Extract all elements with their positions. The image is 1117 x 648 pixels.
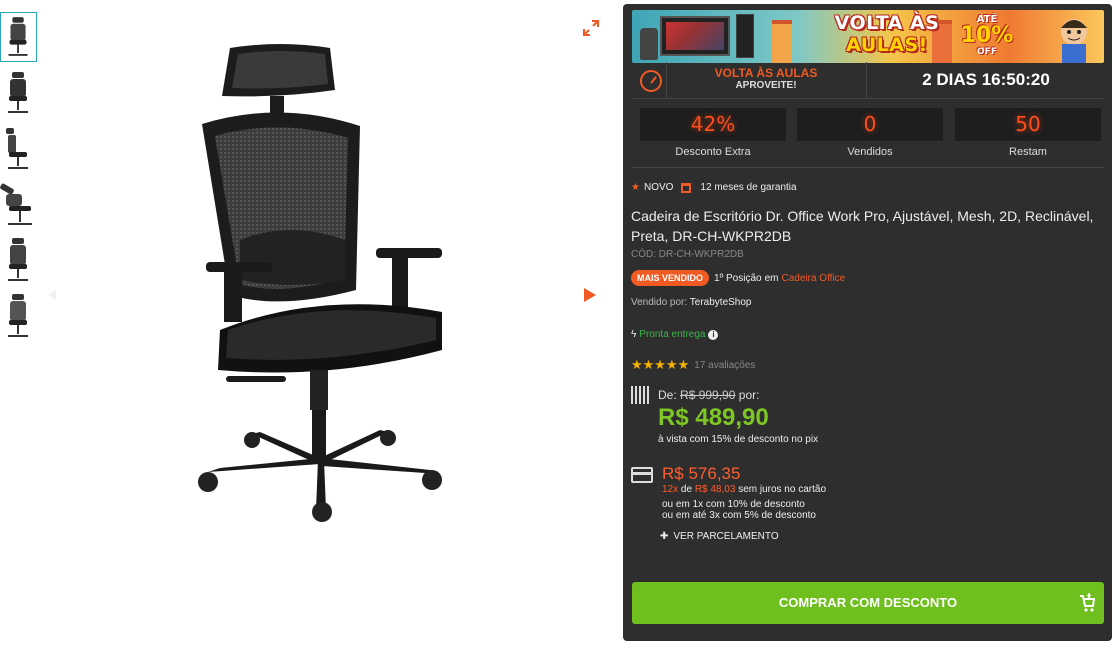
thumbnail-6[interactable] <box>0 292 37 342</box>
banner-monitor-illustration <box>660 16 730 56</box>
divider <box>866 62 867 99</box>
stat-label: Restam <box>1009 146 1047 158</box>
installments-note: sem juros no cartão <box>738 484 827 495</box>
stat-value: 0 <box>797 108 943 141</box>
expand-icon[interactable] <box>583 20 599 36</box>
card-alt-option-2: ou em até 3x com 5% de desconto <box>662 510 816 521</box>
product-badges: ★ NOVO 12 meses de garantia <box>631 182 797 193</box>
card-alt-option-1: ou em 1x com 10% de desconto <box>662 499 805 510</box>
promo-label: VOLTA ÀS AULAS APROVEITE! <box>668 66 864 91</box>
seller-info: Vendido por: TerabyteShop <box>631 297 752 308</box>
promo-banner[interactable]: VOLTA ÀS AULAS! ATÉ 10% OFF <box>632 10 1104 63</box>
star-icon: ★ <box>631 182 640 193</box>
promo-title: VOLTA ÀS AULAS <box>714 66 818 80</box>
promo-stats: 42% Desconto Extra 0 Vendidos 50 Restam <box>632 108 1104 164</box>
stat-label: Vendidos <box>847 146 893 158</box>
plus-icon: ✚ <box>660 531 669 542</box>
old-price: R$ 999,90 <box>680 388 736 402</box>
installments-count: 12x <box>662 484 679 495</box>
stat-label: Desconto Extra <box>675 146 751 158</box>
seller-label: Vendido por: <box>631 297 688 308</box>
availability-label: Pronta entrega <box>639 329 706 340</box>
buy-button-label: COMPRAR COM DESCONTO <box>778 595 958 610</box>
rating-stars-icon: ★★★★★ <box>631 357 690 372</box>
divider <box>632 167 1104 168</box>
prev-image-arrow-icon[interactable] <box>48 290 56 300</box>
thumbnail-5[interactable] <box>0 236 37 286</box>
condition-label: NOVO <box>643 182 674 193</box>
rank-category-link[interactable]: Cadeira Office <box>782 273 846 284</box>
banner-pct: 10% <box>960 23 1014 48</box>
banner-building <box>772 20 792 63</box>
banner-title-line2: AULAS! <box>846 34 928 56</box>
product-code: CÓD: DR-CH-WKPR2DB <box>631 249 744 260</box>
product-info-panel: VOLTA ÀS AULAS! ATÉ 10% OFF VOLTA ÀS AUL… <box>623 4 1112 641</box>
availability: ϟ Pronta entrega i <box>631 329 719 340</box>
from-label: De: <box>658 388 677 402</box>
cart-icon <box>1080 593 1095 612</box>
stat-sold: 0 Vendidos <box>797 108 943 158</box>
installment-value: R$ 48,03 <box>694 484 736 495</box>
stat-extra-discount: 42% Desconto Extra <box>640 108 786 158</box>
barcode-icon <box>631 386 651 404</box>
next-image-arrow-icon[interactable] <box>584 288 596 302</box>
for-label: por: <box>738 388 760 402</box>
warranty-label: 12 meses de garantia <box>700 182 797 193</box>
banner-title: VOLTA ÀS AULAS! <box>812 12 962 56</box>
best-seller-badge: MAIS VENDIDO <box>631 270 710 286</box>
banner-discount: ATÉ 10% OFF <box>957 14 1017 57</box>
installments-line: 12x de R$ 48,03 sem juros no cartão <box>662 484 826 495</box>
banner-off: OFF <box>977 47 997 57</box>
stat-remaining: 50 Restam <box>955 108 1101 158</box>
credit-card-icon <box>631 467 653 483</box>
banner-title-line1: VOLTA ÀS <box>834 12 940 34</box>
rank-position: 1º Posição <box>714 272 762 284</box>
countdown-timer: 2 DIAS 16:50:20 <box>922 70 1050 89</box>
thumbnail-1[interactable] <box>0 12 37 62</box>
seller-name: TerabyteShop <box>689 297 752 308</box>
product-main-image <box>198 44 442 522</box>
calendar-icon <box>681 182 692 193</box>
promo-subtitle: APROVEITE! <box>735 80 797 91</box>
stat-value: 42% <box>640 108 786 141</box>
view-installments-link[interactable]: ✚ VER PARCELAMENTO <box>660 531 779 542</box>
view-installments-label: VER PARCELAMENTO <box>673 531 779 542</box>
banner-mascot-icon <box>1061 19 1087 63</box>
thumbnail-2[interactable] <box>0 68 37 118</box>
product-title: Cadeira de Escritório Dr. Office Work Pr… <box>631 208 1094 244</box>
banner-pc-illustration <box>736 14 754 58</box>
rating[interactable]: ★★★★★ 17 avaliações <box>631 357 755 373</box>
stat-value: 50 <box>955 108 1101 141</box>
bolt-icon: ϟ <box>631 329 637 340</box>
promo-timer-row: VOLTA ÀS AULAS APROVEITE! 2 DIAS 16:50:2… <box>632 62 1104 99</box>
pix-price: R$ 489,90 <box>658 404 769 431</box>
best-seller-row: MAIS VENDIDO 1º Posição em Cadeira Offic… <box>631 270 845 286</box>
card-price: R$ 576,35 <box>662 464 741 483</box>
buy-button[interactable]: COMPRAR COM DESCONTO <box>632 582 1104 624</box>
rating-count[interactable]: 17 avaliações <box>694 360 755 371</box>
rank-in: em <box>764 272 779 284</box>
stopwatch-icon <box>640 70 662 92</box>
installments-of: de <box>680 484 693 495</box>
price-from-line: De: R$ 999,90 por: <box>658 388 759 402</box>
divider <box>666 62 667 99</box>
pix-note: à vista com 15% de desconto no pix <box>658 434 819 445</box>
info-icon[interactable]: i <box>708 329 719 340</box>
thumbnail-3[interactable] <box>0 124 37 174</box>
thumbnail-4[interactable] <box>0 180 37 230</box>
banner-chair-illustration <box>640 28 658 60</box>
